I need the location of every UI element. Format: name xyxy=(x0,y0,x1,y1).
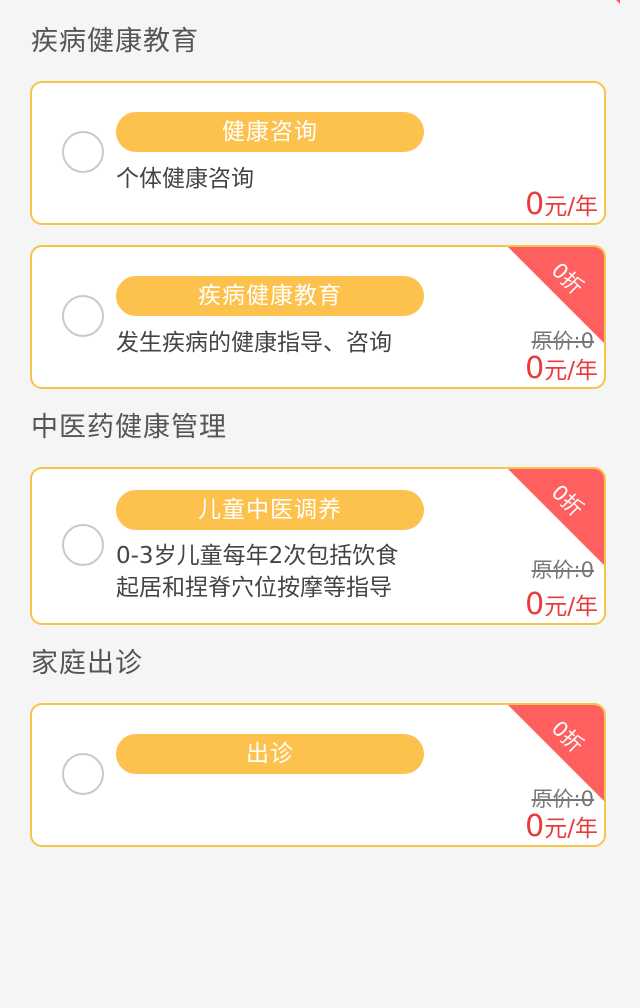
service-card-disease-education[interactable]: 0折 疾病健康教育 发生疾病的健康指导、咨询 原价:0 0元/年 xyxy=(30,245,606,389)
description-line: 起居和捏脊穴位按摩等指导 xyxy=(116,575,392,601)
original-price: 原价:0 xyxy=(531,558,594,582)
price: 0元/年 xyxy=(525,187,598,222)
price: 0元/年 xyxy=(525,351,598,386)
service-description: 个体健康咨询 xyxy=(116,163,446,195)
service-card-child-tcm[interactable]: 0折 儿童中医调养 0-3岁儿童每年2次包括饮食 起居和捏脊穴位按摩等指导 原价… xyxy=(30,467,606,625)
select-radio[interactable] xyxy=(62,753,104,795)
service-name-pill: 出诊 xyxy=(116,734,424,774)
price-unit: 元/年 xyxy=(544,594,598,620)
price-number: 0 xyxy=(525,351,545,386)
select-radio[interactable] xyxy=(62,524,104,566)
description-line: 个体健康咨询 xyxy=(116,166,254,192)
service-name-pill: 儿童中医调养 xyxy=(116,490,424,530)
section-title-disease-education: 疾病健康教育 xyxy=(31,26,199,57)
description-line: 0-3岁儿童每年2次包括饮食 xyxy=(116,543,399,569)
select-radio[interactable] xyxy=(62,131,104,173)
description-line: 发生疾病的健康指导、咨询 xyxy=(116,330,392,356)
service-description: 0-3岁儿童每年2次包括饮食 起居和捏脊穴位按摩等指导 xyxy=(116,540,446,604)
section-title-home-visit: 家庭出诊 xyxy=(31,648,143,679)
section-title-tcm-management: 中医药健康管理 xyxy=(31,412,227,443)
service-name-pill: 疾病健康教育 xyxy=(116,276,424,316)
price-unit: 元/年 xyxy=(544,816,598,842)
price: 0元/年 xyxy=(525,809,598,844)
price-number: 0 xyxy=(525,809,545,844)
service-card-health-consult[interactable]: 健康咨询 个体健康咨询 0元/年 xyxy=(30,81,606,225)
price-number: 0 xyxy=(525,187,545,222)
top-corner-mark xyxy=(608,0,620,4)
select-radio[interactable] xyxy=(62,295,104,337)
price-number: 0 xyxy=(525,587,545,622)
price-unit: 元/年 xyxy=(544,358,598,384)
service-description: 发生疾病的健康指导、咨询 xyxy=(116,327,446,359)
service-name-pill: 健康咨询 xyxy=(116,112,424,152)
price-unit: 元/年 xyxy=(544,194,598,220)
service-card-home-visit[interactable]: 0折 出诊 原价:0 0元/年 xyxy=(30,703,606,847)
price: 0元/年 xyxy=(525,587,598,622)
